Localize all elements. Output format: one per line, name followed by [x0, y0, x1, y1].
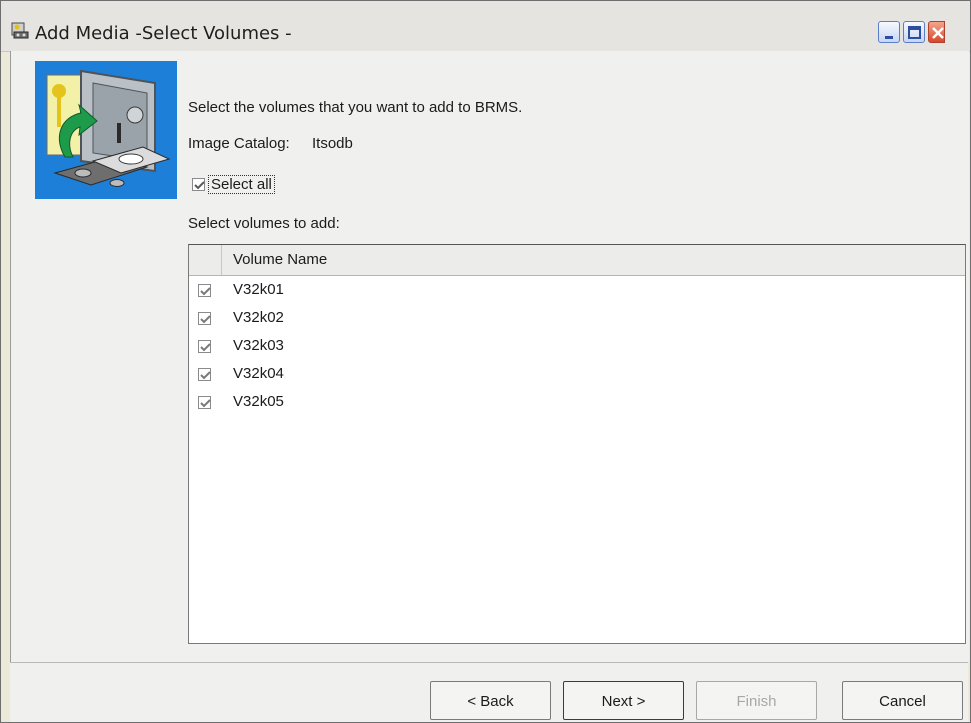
maximize-button[interactable] — [903, 21, 925, 43]
title-bar[interactable]: Add Media -Select Volumes - — [1, 1, 970, 52]
row-checkbox[interactable] — [198, 340, 211, 353]
column-header-volume-name[interactable]: Volume Name — [233, 251, 327, 268]
checkmark-icon — [200, 315, 211, 324]
select-all-label[interactable]: Select all — [208, 175, 275, 194]
close-button[interactable] — [928, 21, 945, 43]
table-header: Volume Name — [189, 245, 965, 276]
media-safe-illustration-icon — [35, 61, 177, 199]
button-bar: < Back Next > Finish Cancel — [10, 663, 968, 722]
table-row[interactable]: V32k05 — [189, 389, 965, 417]
instruction-text: Select the volumes that you want to add … — [188, 99, 523, 116]
wizard-content: Select the volumes that you want to add … — [10, 51, 969, 662]
image-catalog-value: Itsodb — [312, 135, 353, 152]
row-checkbox[interactable] — [198, 284, 211, 297]
back-button[interactable]: < Back — [430, 681, 551, 720]
select-all-checkbox[interactable] — [192, 178, 205, 191]
volume-name: V32k05 — [233, 393, 284, 410]
checkmark-icon — [200, 343, 211, 352]
table-row[interactable]: V32k04 — [189, 361, 965, 389]
checkmark-icon — [194, 181, 205, 190]
close-icon — [932, 27, 944, 39]
volume-name: V32k03 — [233, 337, 284, 354]
table-row[interactable]: V32k03 — [189, 333, 965, 361]
volumes-table: Volume Name V32k01 V32k02 V32k03 V32k04 … — [188, 244, 966, 644]
row-checkbox[interactable] — [198, 312, 211, 325]
minimize-icon — [885, 36, 893, 39]
row-checkbox[interactable] — [198, 368, 211, 381]
table-row[interactable]: V32k01 — [189, 277, 965, 305]
window-title: Add Media -Select Volumes - — [35, 23, 292, 44]
checkbox-column-header[interactable] — [189, 245, 222, 275]
maximize-icon — [908, 26, 921, 39]
next-button[interactable]: Next > — [563, 681, 684, 720]
table-row[interactable]: V32k02 — [189, 305, 965, 333]
volume-name: V32k01 — [233, 281, 284, 298]
minimize-button[interactable] — [878, 21, 900, 43]
finish-button: Finish — [696, 681, 817, 720]
cancel-button[interactable]: Cancel — [842, 681, 963, 720]
row-checkbox[interactable] — [198, 396, 211, 409]
image-catalog-label: Image Catalog: — [188, 135, 290, 152]
checkmark-icon — [200, 287, 211, 296]
select-volumes-label: Select volumes to add: — [188, 215, 340, 232]
volume-name: V32k04 — [233, 365, 284, 382]
checkmark-icon — [200, 399, 211, 408]
app-icon — [11, 22, 29, 39]
volume-name: V32k02 — [233, 309, 284, 326]
add-media-window: Add Media -Select Volumes - Select the v… — [0, 0, 971, 723]
checkmark-icon — [200, 371, 211, 380]
